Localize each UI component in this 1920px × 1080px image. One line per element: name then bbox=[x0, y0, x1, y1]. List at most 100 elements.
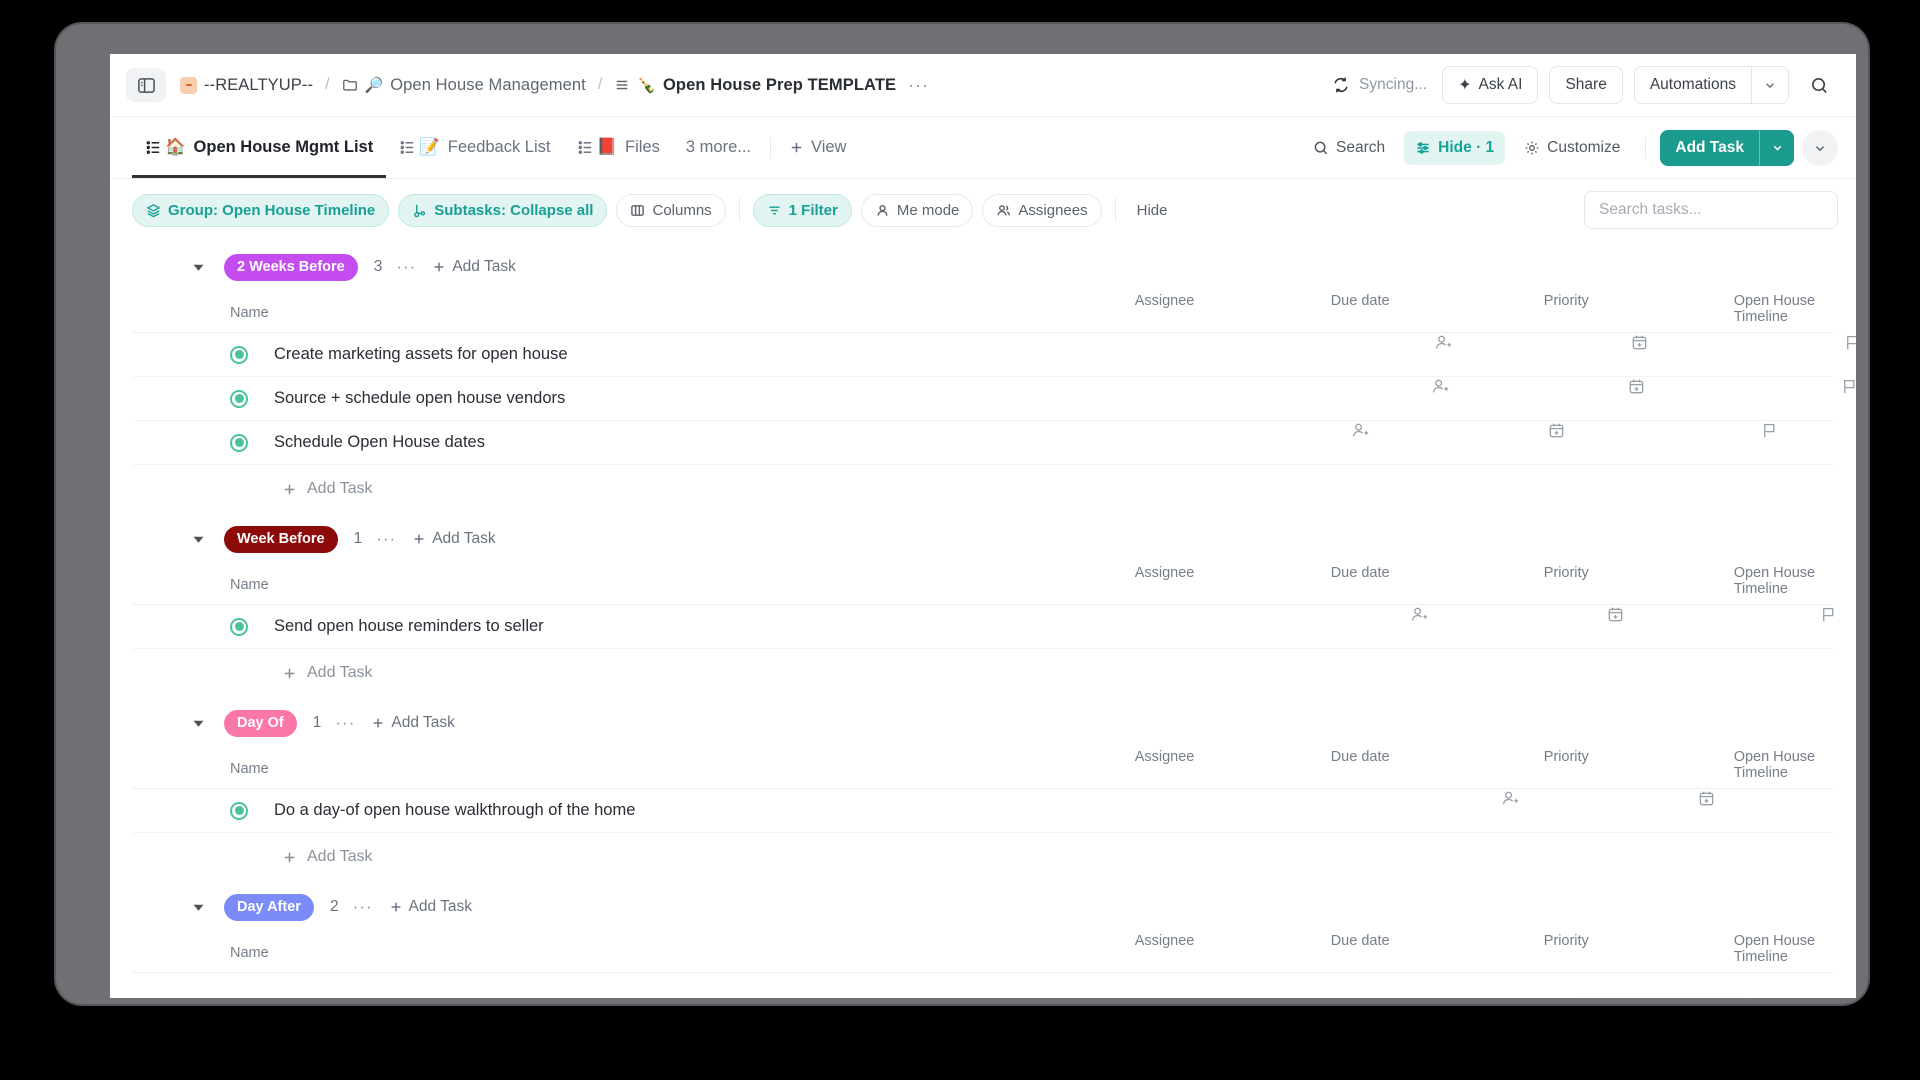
column-header-name[interactable]: Name bbox=[230, 305, 269, 321]
cell-due-date[interactable] bbox=[1547, 421, 1566, 440]
column-header-due-date[interactable]: Due date bbox=[1331, 293, 1390, 309]
hide-filters-link[interactable]: Hide bbox=[1129, 202, 1176, 219]
flag-icon bbox=[1846, 335, 1856, 350]
share-button[interactable]: Share bbox=[1549, 66, 1623, 104]
column-header-name[interactable]: Name bbox=[230, 761, 269, 777]
table-row[interactable]: Create marketing assets for open house 2… bbox=[132, 333, 1856, 377]
cell-assignee[interactable] bbox=[1434, 333, 1453, 352]
group-menu-button[interactable]: ··· bbox=[335, 713, 355, 733]
column-header-open-house-timeline[interactable]: Open House Timeline bbox=[1734, 565, 1834, 597]
group-add-task-button[interactable]: Add Task bbox=[432, 258, 516, 276]
inline-add-task-button[interactable]: Add Task bbox=[132, 833, 1856, 881]
task-status-toggle[interactable] bbox=[230, 345, 248, 364]
column-header-due-date[interactable]: Due date bbox=[1331, 565, 1390, 581]
column-header-open-house-timeline[interactable]: Open House Timeline bbox=[1734, 749, 1834, 781]
cell-due-date[interactable] bbox=[1630, 333, 1649, 352]
search-button[interactable]: Search bbox=[1302, 131, 1396, 165]
task-status-toggle[interactable] bbox=[230, 801, 248, 820]
cell-priority[interactable] bbox=[1843, 333, 1856, 352]
column-header-priority[interactable]: Priority bbox=[1544, 749, 1589, 765]
automations-button[interactable]: Automations bbox=[1633, 66, 1751, 104]
task-status-toggle[interactable] bbox=[230, 389, 248, 408]
chip-label-columns: Columns bbox=[652, 201, 712, 219]
search-global-button[interactable] bbox=[1800, 66, 1838, 104]
group-menu-button[interactable]: ··· bbox=[353, 897, 373, 917]
group-menu-button[interactable]: ··· bbox=[396, 257, 416, 277]
group-collapse-caret[interactable] bbox=[192, 261, 205, 274]
cell-assignee[interactable] bbox=[1410, 605, 1429, 624]
column-header-priority[interactable]: Priority bbox=[1544, 293, 1589, 309]
group-tag[interactable]: 2 Weeks Before bbox=[224, 253, 358, 281]
cell-priority[interactable] bbox=[1819, 605, 1838, 624]
cell-due-date[interactable] bbox=[1627, 377, 1646, 396]
column-header-assignee[interactable]: Assignee bbox=[1135, 933, 1195, 949]
hide-fields-button[interactable]: Hide · 1 bbox=[1404, 130, 1506, 165]
group-collapse-caret[interactable] bbox=[192, 901, 205, 914]
automations-split-button: Automations bbox=[1633, 66, 1789, 104]
chip-assignees[interactable]: Assignees bbox=[982, 193, 1102, 227]
chip-group-by[interactable]: Group: Open House Timeline bbox=[132, 193, 390, 227]
tab-feedback-list[interactable]: 📝 Feedback List bbox=[386, 117, 563, 178]
cell-assignee[interactable] bbox=[1431, 377, 1450, 396]
cell-due-date[interactable] bbox=[1606, 605, 1625, 624]
cell-assignee[interactable] bbox=[1351, 421, 1370, 440]
chip-columns[interactable]: Columns bbox=[616, 193, 726, 227]
table-row[interactable]: Do a day-of open house walkthrough of th… bbox=[132, 789, 1834, 833]
add-task-caret-button[interactable] bbox=[1760, 130, 1794, 166]
cell-due-date[interactable] bbox=[1697, 789, 1716, 808]
group-tag[interactable]: Day Of bbox=[224, 709, 297, 737]
table-row[interactable]: Schedule Open House dates 2 Weeks Before… bbox=[132, 421, 1834, 465]
breadcrumb-overflow-button[interactable]: ··· bbox=[908, 75, 929, 96]
add-task-button[interactable]: Add Task bbox=[1660, 130, 1759, 166]
table-row[interactable]: Source + schedule open house vendors 2 W… bbox=[132, 377, 1855, 421]
add-view-button[interactable]: View bbox=[777, 138, 858, 157]
group-add-task-button[interactable]: Add Task bbox=[371, 714, 455, 732]
cell-assignee[interactable] bbox=[1501, 789, 1520, 808]
sidebar-toggle-button[interactable] bbox=[126, 68, 166, 102]
cell-priority[interactable] bbox=[1760, 421, 1779, 440]
group-collapse-caret[interactable] bbox=[192, 533, 205, 546]
task-status-toggle[interactable] bbox=[230, 617, 248, 636]
task-status-toggle[interactable] bbox=[230, 433, 248, 452]
chip-subtasks[interactable]: Subtasks: Collapse all bbox=[398, 193, 608, 227]
column-header-due-date[interactable]: Due date bbox=[1331, 933, 1390, 949]
table-row[interactable]: Send open house reminders to seller Week… bbox=[132, 605, 1834, 649]
cell-priority[interactable] bbox=[1840, 377, 1856, 396]
chip-me-mode[interactable]: Me mode bbox=[860, 193, 974, 227]
column-header-priority[interactable]: Priority bbox=[1544, 565, 1589, 581]
group-tag[interactable]: Day After bbox=[224, 893, 314, 921]
column-header-assignee[interactable]: Assignee bbox=[1135, 749, 1195, 765]
column-header-assignee[interactable]: Assignee bbox=[1135, 565, 1195, 581]
column-header-priority[interactable]: Priority bbox=[1544, 933, 1589, 949]
group-collapse-caret[interactable] bbox=[192, 717, 205, 730]
champagne-emoji-icon: 🍾 bbox=[637, 76, 656, 94]
column-header-open-house-timeline[interactable]: Open House Timeline bbox=[1734, 293, 1834, 325]
column-header-open-house-timeline[interactable]: Open House Timeline bbox=[1734, 933, 1834, 965]
more-options-button[interactable] bbox=[1802, 129, 1838, 166]
inline-add-task-button[interactable]: Add Task bbox=[132, 649, 1856, 697]
tab-files[interactable]: 📕 Files bbox=[564, 117, 673, 178]
breadcrumb-folder[interactable]: 🔎 Open House Management bbox=[342, 76, 586, 95]
breadcrumb-list[interactable]: 🍾 Open House Prep TEMPLATE bbox=[614, 76, 896, 95]
device-frame: --REALTYUP-- / 🔎 Open House Management /… bbox=[56, 24, 1868, 1004]
group-tag[interactable]: Week Before bbox=[224, 525, 338, 553]
chip-filter[interactable]: 1 Filter bbox=[752, 193, 852, 227]
column-header-due-date[interactable]: Due date bbox=[1331, 749, 1390, 765]
group-menu-button[interactable]: ··· bbox=[376, 529, 396, 549]
column-header-name[interactable]: Name bbox=[230, 577, 269, 593]
group-count: 1 bbox=[312, 714, 322, 731]
tab-open-house-mgmt-list[interactable]: 🏠 Open House Mgmt List bbox=[132, 117, 386, 178]
chip-label-subtasks: Subtasks: Collapse all bbox=[434, 201, 594, 219]
inline-add-task-button[interactable]: Add Task bbox=[132, 465, 1856, 513]
column-header-name[interactable]: Name bbox=[230, 945, 269, 961]
breadcrumb-workspace[interactable]: --REALTYUP-- bbox=[180, 76, 313, 95]
tabs-more-button[interactable]: 3 more... bbox=[673, 138, 764, 157]
customize-button[interactable]: Customize bbox=[1513, 131, 1631, 165]
automations-caret-button[interactable] bbox=[1751, 66, 1789, 104]
group-add-task-button[interactable]: Add Task bbox=[389, 898, 472, 916]
group-add-task-button[interactable]: Add Task bbox=[412, 530, 496, 548]
search-tasks-input[interactable] bbox=[1584, 191, 1838, 229]
ask-ai-button[interactable]: ✦ Ask AI bbox=[1442, 66, 1539, 104]
sync-label: Syncing... bbox=[1359, 76, 1428, 93]
column-header-assignee[interactable]: Assignee bbox=[1135, 293, 1195, 309]
